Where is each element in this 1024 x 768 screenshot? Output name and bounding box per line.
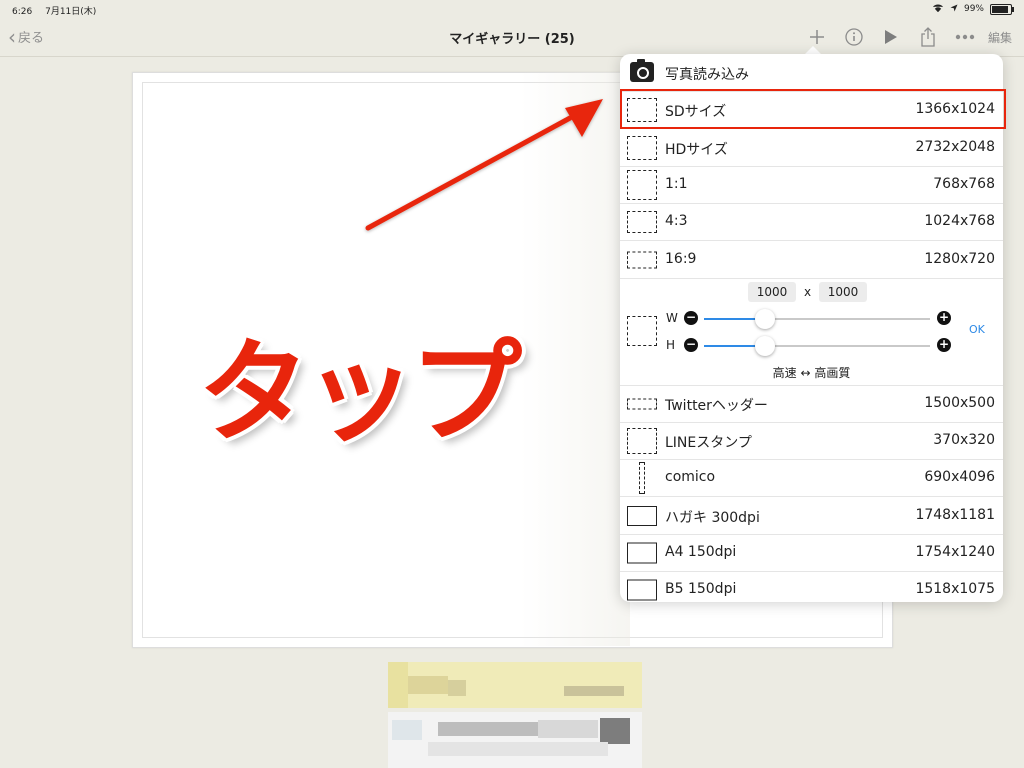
plus-icon [810,30,825,44]
menu-item-value: 768x768 [933,176,995,192]
menu-item-label: B5 150dpi [665,581,737,597]
status-time: 6:26 [12,7,33,17]
menu-item-label: A4 150dpi [665,544,737,560]
menu-item-twitter-header[interactable]: Twitterヘッダー 1500x500 [620,385,1003,423]
menu-item-label: Twitterヘッダー [665,398,768,414]
frame-icon [627,169,657,200]
more-icon [956,34,975,40]
frame-icon [627,398,657,409]
camera-icon [630,59,654,82]
height-field[interactable]: 1000 [819,282,867,302]
frame-icon [627,316,657,346]
menu-item-4-3[interactable]: 4:3 1024x768 [620,203,1003,241]
width-plus-button[interactable]: + [937,311,951,325]
menu-item-value: 2732x2048 [915,139,995,155]
frame-icon [627,251,657,268]
menu-item-value: 1366x1024 [915,101,995,117]
menu-item-comico[interactable]: comico 690x4096 [620,459,1003,497]
menu-item-value: 1518x1075 [915,581,995,597]
menu-item-label: SDサイズ [665,104,727,120]
menu-item-label: comico [665,469,716,485]
frame-icon [627,135,657,160]
height-slider-thumb[interactable] [755,336,775,356]
width-field[interactable]: 1000 [748,282,796,302]
menu-item-value: 1748x1181 [915,507,995,523]
gallery-thumbnail[interactable] [388,712,642,768]
frame-icon [627,505,657,526]
ok-button[interactable]: OK [969,323,985,336]
menu-item-label: ハガキ 300dpi [665,510,760,526]
times-label: x [804,285,812,299]
menu-item-label: 4:3 [665,213,688,229]
wifi-icon [932,3,944,15]
menu-item-label: LINEスタンプ [665,435,752,451]
frame-icon [627,427,657,454]
menu-item-hd[interactable]: HDサイズ 2732x2048 [620,129,1003,167]
frame-icon [627,97,657,122]
width-slider-thumb[interactable] [755,309,775,329]
frame-icon [627,579,657,600]
menu-item-value: 1500x500 [924,395,995,411]
frame-icon [627,542,657,563]
menu-item-value: 1024x768 [924,213,995,229]
width-slider[interactable] [704,309,930,329]
height-plus-button[interactable]: + [937,338,951,352]
frame-icon [639,461,645,494]
height-slider-label: H [666,338,676,352]
menu-item-value: 1280x720 [924,251,995,267]
status-date: 7月11日(木) [45,7,97,17]
quality-label: 高速 ↔ 高画質 [772,366,851,380]
share-icon [921,27,936,47]
height-slider[interactable] [704,336,930,356]
frame-icon [627,210,657,233]
status-bar: 6:26 7月11日(木) 99% [0,0,1024,18]
menu-item-value: 1754x1240 [915,544,995,560]
navigation-bar: ‹ 戻る マイギャラリー (25) 編集 [0,18,1024,57]
menu-item-label: HDサイズ [665,142,728,158]
play-icon [885,30,898,44]
custom-size-row: 1000 x 1000 W − + H − + OK 高速 ↔ 高画質 [620,278,1003,386]
menu-item-photo-import[interactable]: 写真読み込み [620,54,1003,92]
menu-item-16-9[interactable]: 16:9 1280x720 [620,241,1003,279]
edit-button[interactable]: 編集 [984,29,1012,46]
menu-item-line-stamp[interactable]: LINEスタンプ 370x320 [620,422,1003,460]
battery-icon [990,3,1014,15]
menu-item-sd[interactable]: SDサイズ 1366x1024 [620,91,1003,129]
info-icon [845,28,864,46]
battery-percent: 99% [963,4,984,14]
play-button[interactable] [873,24,910,50]
menu-item-a4[interactable]: A4 150dpi 1754x1240 [620,534,1003,572]
width-slider-label: W [666,311,678,325]
tap-annotation: タップ [198,328,522,458]
share-button[interactable] [910,24,947,50]
more-button[interactable] [947,24,984,50]
height-minus-button[interactable]: − [684,338,698,352]
menu-item-value: 690x4096 [924,469,995,485]
location-icon [950,4,958,15]
canvas-fade [520,72,630,646]
menu-item-postcard[interactable]: ハガキ 300dpi 1748x1181 [620,497,1003,535]
canvas-size-menu: 写真読み込み SDサイズ 1366x1024 HDサイズ 2732x2048 1… [620,54,1003,602]
info-button[interactable] [836,24,873,50]
gallery-thumbnail[interactable] [388,662,642,708]
menu-item-b5[interactable]: B5 150dpi 1518x1075 [620,571,1003,602]
menu-item-label: 1:1 [665,176,688,192]
width-minus-button[interactable]: − [684,311,698,325]
menu-item-1-1[interactable]: 1:1 768x768 [620,166,1003,204]
menu-item-value: 370x320 [933,432,995,448]
menu-item-label: 16:9 [665,251,697,267]
menu-item-label: 写真読み込み [665,67,749,83]
